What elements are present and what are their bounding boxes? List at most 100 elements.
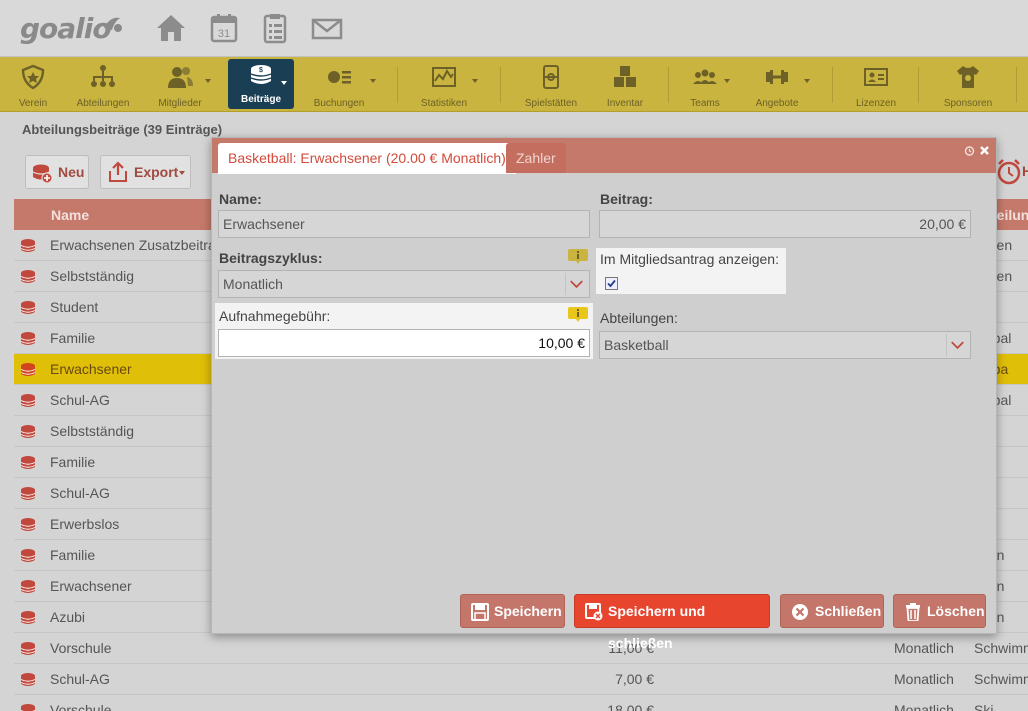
coins-icon: [20, 518, 36, 531]
ribbon-item-angebote[interactable]: Angebote: [750, 57, 810, 112]
ribbon-item-statistiken[interactable]: Statistiken: [412, 57, 478, 112]
info-icon[interactable]: [568, 249, 588, 264]
coins-icon: $: [250, 65, 272, 84]
toolbar-cut-label[interactable]: H: [1022, 163, 1028, 179]
hierarchy-icon: [91, 65, 115, 87]
boxes-icon: [614, 66, 636, 87]
column-header-abteilung[interactable]: teilung: [992, 207, 1028, 223]
chevron-down-icon[interactable]: [565, 273, 587, 295]
floppy-close-icon: [585, 603, 603, 621]
column-header-name[interactable]: Name: [51, 207, 89, 223]
row-name: Erwachsener: [50, 578, 132, 594]
antrag-checkbox[interactable]: [605, 277, 618, 290]
alarm-icon[interactable]: [996, 158, 1022, 186]
new-button-label: Neu: [58, 164, 85, 180]
ribbon-item-teams[interactable]: Teams: [684, 57, 730, 112]
row-department: Schwimm: [974, 640, 1028, 656]
ribbon-separator: [832, 67, 833, 103]
ribbon-item-spielstaetten[interactable]: Spielstätten: [520, 57, 582, 112]
home-icon[interactable]: [154, 12, 188, 44]
aufnahme-box: Aufnahmegebühr: 10,00 €: [215, 303, 593, 359]
coins-icon: [20, 301, 36, 314]
row-department: Schwimm: [974, 671, 1028, 687]
logo-mark-icon: [104, 17, 122, 32]
info-icon[interactable]: [568, 307, 588, 322]
coins-icon: [20, 270, 36, 283]
floppy-icon: [471, 603, 489, 621]
ribbon-separator: [397, 67, 398, 103]
ribbon-item-inventar[interactable]: Inventar: [600, 57, 650, 112]
ribbon-item-sponsoren[interactable]: Sponsoren: [938, 57, 998, 112]
dumbbell-icon: [766, 70, 788, 84]
aufnahme-field[interactable]: 10,00 €: [218, 329, 590, 357]
coins-icon: [20, 642, 36, 655]
save-close-button[interactable]: Speichern und schließen: [574, 594, 770, 651]
checkmark-icon: [607, 279, 616, 288]
coins-icon: [20, 580, 36, 593]
delete-button[interactable]: Löschen: [893, 594, 986, 628]
name-field[interactable]: Erwachsener: [218, 210, 590, 238]
coins-icon: [20, 549, 36, 562]
row-name: Azubi: [50, 609, 86, 625]
row-name: Selbstständig: [50, 423, 135, 439]
save-button-label: Speichern: [494, 603, 562, 619]
coins-icon: [20, 363, 36, 376]
ribbon-separator: [668, 67, 669, 103]
row-name: Erwachsener: [50, 361, 132, 377]
ribbon-item-lizenzen[interactable]: Lizenzen: [850, 57, 902, 112]
close-button[interactable]: Schließen: [780, 594, 884, 628]
ribbon-item-beitraege[interactable]: $ Beiträge: [228, 59, 294, 109]
tab-main[interactable]: Basketball: Erwachsener (20.00 € Monatli…: [218, 143, 516, 174]
money-icon: [328, 71, 351, 84]
save-button[interactable]: Speichern: [460, 594, 565, 628]
row-amount: 7,00 €: [615, 671, 654, 687]
row-amount: 18,00 €: [607, 702, 654, 711]
svg-text:$: $: [259, 67, 263, 74]
ribbon-separator: [1016, 67, 1017, 103]
row-name: Erwachsenen Zusatzbeitrag: [50, 237, 224, 253]
new-button[interactable]: Neu: [25, 155, 89, 189]
chevron-down-icon: [179, 171, 185, 175]
table-row[interactable]: Vorschule 18,00 € Monatlich Ski: [14, 695, 1028, 711]
export-button[interactable]: Export: [100, 155, 191, 189]
row-name: Student: [50, 299, 99, 315]
mail-icon[interactable]: [310, 12, 344, 44]
save-close-button-label: Speichern und schließen: [608, 603, 706, 651]
dialog-header: Basketball: Erwachsener (20.00 € Monatli…: [212, 138, 996, 174]
zyklus-select[interactable]: Monatlich: [218, 270, 590, 298]
shirt-icon: [957, 66, 979, 88]
shield-icon: [21, 64, 45, 90]
row-department: Ski: [974, 702, 994, 711]
abteilungen-select[interactable]: Basketball: [599, 331, 971, 359]
reminder-icon[interactable]: [964, 145, 975, 156]
row-name: Familie: [50, 454, 96, 470]
ribbon-item-abteilungen[interactable]: Abteilungen: [72, 57, 134, 112]
coins-add-icon: [32, 164, 53, 184]
ribbon-item-mitglieder[interactable]: Mitglieder: [152, 57, 211, 112]
ribbon-item-buchungen[interactable]: Buchungen: [308, 57, 376, 112]
coins-icon: [20, 239, 36, 252]
calendar-day: 31: [218, 28, 230, 40]
calendar-icon[interactable]: 31: [207, 12, 241, 44]
checklist-icon[interactable]: [258, 12, 292, 44]
antrag-box: Im Mitgliedsantrag anzeigen:: [596, 248, 786, 294]
antrag-label: Im Mitgliedsantrag anzeigen:: [600, 251, 779, 267]
chevron-down-icon[interactable]: [946, 334, 968, 356]
coins-icon: [20, 487, 36, 500]
export-icon: [109, 161, 127, 182]
coins-icon: [20, 704, 36, 711]
close-button-label: Schließen: [815, 603, 882, 619]
close-icon[interactable]: [979, 145, 990, 156]
table-row[interactable]: Schul-AG 7,00 € Monatlich Schwimm: [14, 664, 1028, 695]
table-row[interactable]: Vorschule11,00 €MonatlichSchwimm: [14, 633, 1028, 664]
ribbon-item-verein[interactable]: Verein: [12, 57, 54, 112]
ribbon-separator: [500, 67, 501, 103]
row-name: Familie: [50, 547, 96, 563]
abteilungen-select-value: Basketball: [604, 337, 669, 353]
row-name: Erwerbslos: [50, 516, 120, 532]
app-logo[interactable]: goalio: [20, 12, 112, 45]
team-icon: [693, 69, 717, 84]
beitrag-label: Beitrag:: [600, 191, 653, 207]
tab-payer[interactable]: Zahler: [506, 143, 566, 173]
beitrag-field[interactable]: 20,00 €: [599, 210, 971, 238]
